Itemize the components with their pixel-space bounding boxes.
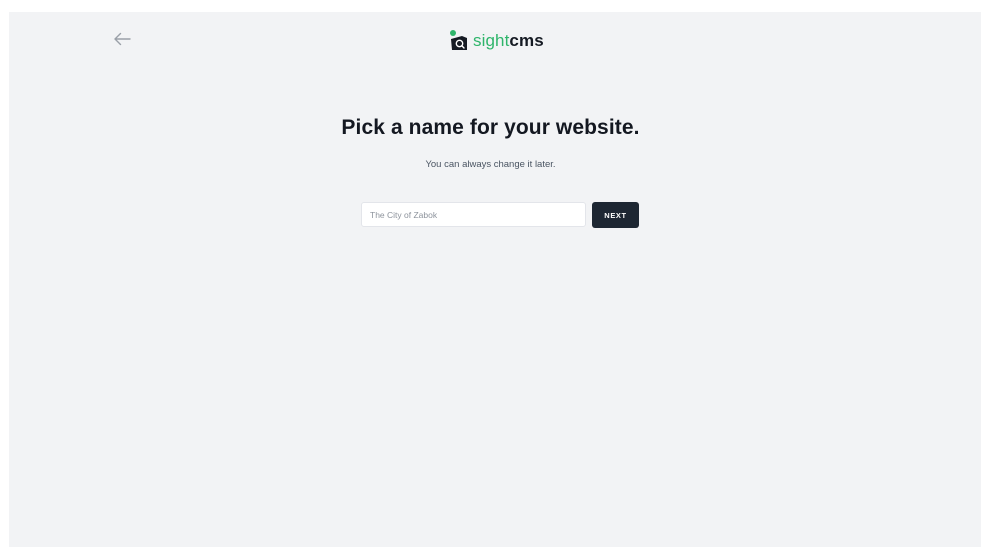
arrow-left-icon [114, 32, 131, 46]
sightcms-logo-icon [450, 30, 467, 50]
logo-wordmark: sightcms [473, 28, 544, 54]
page-subtitle: You can always change it later. [425, 159, 556, 170]
back-button[interactable] [110, 27, 134, 51]
website-name-input[interactable] [361, 202, 586, 227]
logo: sightcms [449, 28, 544, 54]
next-button[interactable]: NEXT [592, 202, 639, 228]
page-title: Pick a name for your website. [341, 116, 640, 139]
logo-text-cms: cms [509, 31, 544, 50]
logo-text-sight: sight [473, 31, 510, 50]
page-canvas: sightcms Pick a name for your website. Y… [9, 12, 981, 547]
